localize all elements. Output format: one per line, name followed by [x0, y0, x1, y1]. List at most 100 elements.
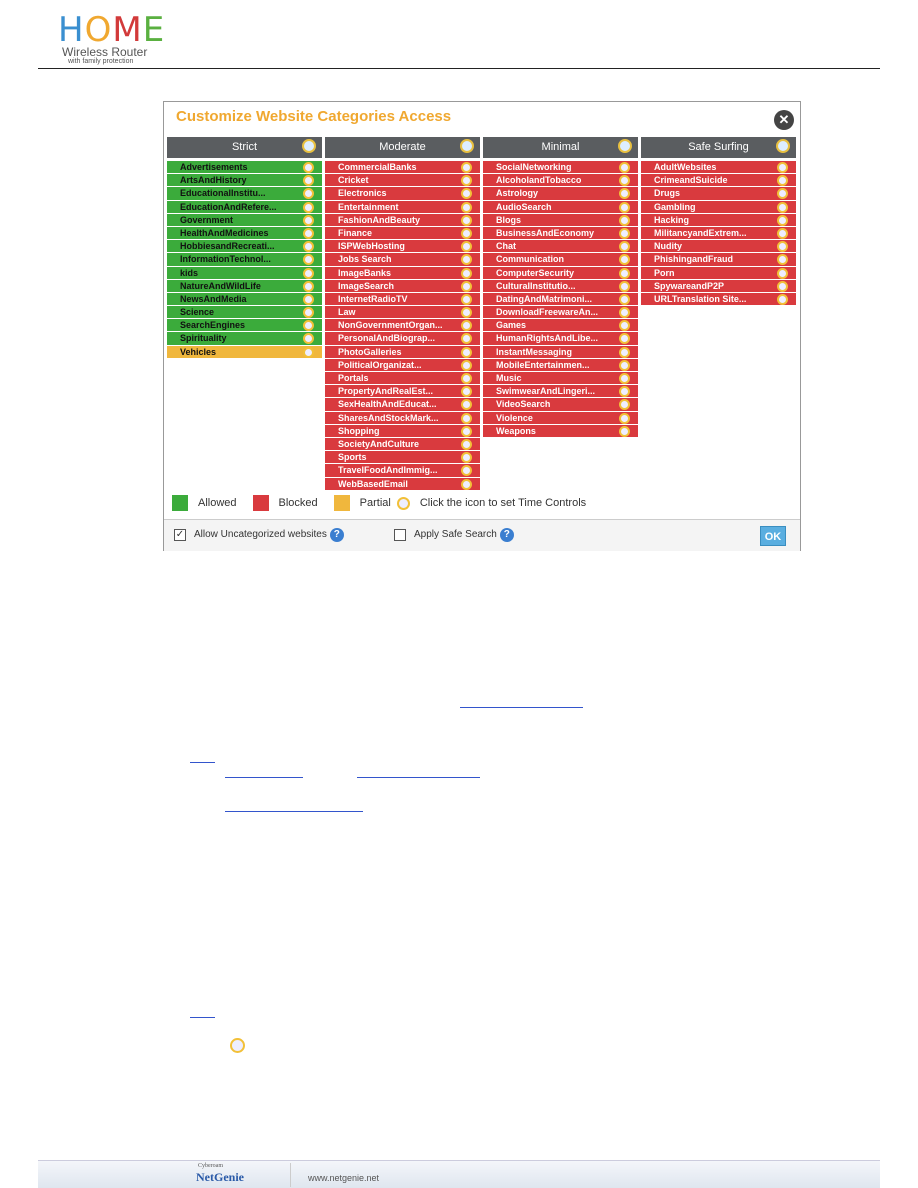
category-row[interactable]: PhotoGalleries — [325, 345, 480, 359]
link-underline[interactable] — [225, 811, 363, 812]
category-row[interactable]: MobileEntertainmen... — [483, 358, 638, 372]
alarm-clock-icon[interactable] — [619, 425, 630, 437]
apply-safe-search-checkbox[interactable] — [394, 529, 406, 541]
alarm-clock-icon[interactable] — [461, 307, 472, 319]
category-row[interactable]: EducationAndRefere... — [167, 200, 322, 214]
alarm-clock-icon[interactable] — [461, 214, 472, 226]
help-icon[interactable]: ? — [499, 528, 514, 542]
category-row[interactable]: CulturalInstitutio... — [483, 279, 638, 293]
link-underline[interactable] — [190, 1017, 215, 1018]
allow-uncategorized-checkbox[interactable]: ✓ — [174, 529, 186, 541]
alarm-clock-icon[interactable] — [303, 333, 314, 345]
alarm-clock-icon[interactable] — [619, 307, 630, 319]
alarm-clock-icon[interactable] — [619, 399, 630, 411]
category-row[interactable]: SharesAndStockMark... — [325, 411, 480, 425]
alarm-clock-icon[interactable] — [461, 438, 472, 450]
alarm-clock-icon[interactable] — [619, 359, 630, 371]
alarm-clock-icon[interactable] — [303, 293, 314, 305]
category-row[interactable]: TravelFoodAndImmig... — [325, 464, 480, 478]
category-row[interactable]: InformationTechnol... — [167, 253, 322, 267]
category-row[interactable]: Vehicles — [167, 345, 322, 359]
column-header[interactable]: Safe Surfing — [641, 137, 796, 158]
alarm-clock-icon[interactable] — [619, 412, 630, 424]
alarm-clock-icon[interactable] — [619, 293, 630, 305]
alarm-clock-icon[interactable] — [619, 254, 630, 266]
alarm-clock-icon[interactable] — [303, 162, 314, 173]
alarm-clock-icon[interactable] — [619, 227, 630, 239]
category-row[interactable]: ArtsAndHistory — [167, 174, 322, 188]
category-row[interactable]: SpywareandP2P — [641, 279, 796, 293]
category-row[interactable]: Hacking — [641, 213, 796, 227]
category-row[interactable]: SwimwearAndLingeri... — [483, 385, 638, 399]
alarm-clock-icon[interactable] — [619, 386, 630, 398]
category-row[interactable]: BusinessAndEconomy — [483, 226, 638, 241]
alarm-clock-icon[interactable] — [619, 162, 630, 173]
category-row[interactable]: Astrology — [483, 187, 638, 201]
category-row[interactable]: Weapons — [483, 424, 638, 438]
alarm-clock-icon[interactable] — [303, 320, 314, 332]
alarm-clock-icon[interactable] — [777, 201, 788, 213]
alarm-clock-icon[interactable] — [303, 201, 314, 213]
alarm-clock-icon[interactable] — [777, 227, 788, 239]
alarm-clock-icon[interactable] — [303, 175, 314, 187]
alarm-clock-icon[interactable] — [777, 175, 788, 187]
category-row[interactable]: ImageSearch — [325, 279, 480, 293]
alarm-clock-icon[interactable] — [461, 254, 472, 266]
category-row[interactable]: Nudity — [641, 240, 796, 254]
alarm-clock-icon[interactable] — [777, 293, 788, 305]
category-row[interactable]: EducationalInstitu... — [167, 187, 322, 201]
category-row[interactable]: PropertyAndRealEst... — [325, 385, 480, 399]
category-row[interactable]: Entertainment — [325, 200, 480, 214]
category-row[interactable]: Communication — [483, 253, 638, 267]
alarm-clock-icon[interactable] — [777, 254, 788, 266]
category-row[interactable]: HobbiesandRecreati... — [167, 240, 322, 254]
alarm-clock-icon[interactable] — [461, 425, 472, 437]
column-header[interactable]: Strict — [167, 137, 322, 158]
alarm-clock-icon[interactable] — [619, 280, 630, 292]
alarm-clock-icon[interactable] — [619, 346, 630, 358]
category-row[interactable]: kids — [167, 266, 322, 280]
alarm-clock-icon[interactable] — [303, 227, 314, 239]
category-row[interactable]: InternetRadioTV — [325, 292, 480, 307]
category-row[interactable]: Finance — [325, 226, 480, 241]
alarm-clock-icon[interactable] — [461, 452, 472, 464]
link-underline[interactable] — [225, 777, 303, 778]
ok-button[interactable]: OK — [760, 526, 786, 546]
alarm-clock-icon[interactable] — [461, 162, 472, 173]
category-row[interactable]: AlcoholandTobacco — [483, 174, 638, 188]
alarm-clock-icon[interactable] — [777, 162, 788, 173]
category-row[interactable]: SocialNetworking — [483, 161, 638, 175]
category-row[interactable]: ISPWebHosting — [325, 240, 480, 254]
alarm-clock-icon[interactable] — [777, 267, 788, 279]
help-icon[interactable]: ? — [329, 528, 344, 542]
close-icon[interactable]: ✕ — [774, 110, 794, 130]
alarm-clock-icon[interactable] — [461, 399, 472, 411]
alarm-clock-icon[interactable] — [461, 267, 472, 279]
alarm-clock-icon[interactable] — [461, 188, 472, 200]
category-row[interactable]: DatingAndMatrimoni... — [483, 292, 638, 307]
alarm-clock-icon[interactable] — [777, 241, 788, 253]
alarm-clock-icon[interactable] — [303, 307, 314, 319]
alarm-clock-icon[interactable] — [461, 373, 472, 384]
category-row[interactable]: WebBasedEmail — [325, 477, 480, 491]
alarm-clock-icon[interactable] — [461, 465, 472, 477]
alarm-clock-icon[interactable] — [461, 346, 472, 358]
category-row[interactable]: HumanRightsAndLibe... — [483, 332, 638, 346]
category-row[interactable]: Music — [483, 372, 638, 386]
alarm-clock-icon[interactable] — [303, 214, 314, 226]
category-row[interactable]: AdultWebsites — [641, 161, 796, 175]
category-row[interactable]: Porn — [641, 266, 796, 280]
alarm-clock-icon[interactable] — [619, 373, 630, 384]
category-row[interactable]: AudioSearch — [483, 200, 638, 214]
alarm-clock-icon[interactable] — [461, 412, 472, 424]
category-row[interactable]: Cricket — [325, 174, 480, 188]
alarm-clock-icon[interactable] — [302, 139, 316, 153]
category-row[interactable]: Jobs Search — [325, 253, 480, 267]
category-row[interactable]: Gambling — [641, 200, 796, 214]
category-row[interactable]: Violence — [483, 411, 638, 425]
category-row[interactable]: Law — [325, 306, 480, 320]
category-row[interactable]: SocietyAndCulture — [325, 437, 480, 452]
alarm-clock-icon[interactable] — [461, 320, 472, 332]
alarm-clock-icon[interactable] — [303, 254, 314, 266]
alarm-clock-icon[interactable] — [619, 188, 630, 200]
